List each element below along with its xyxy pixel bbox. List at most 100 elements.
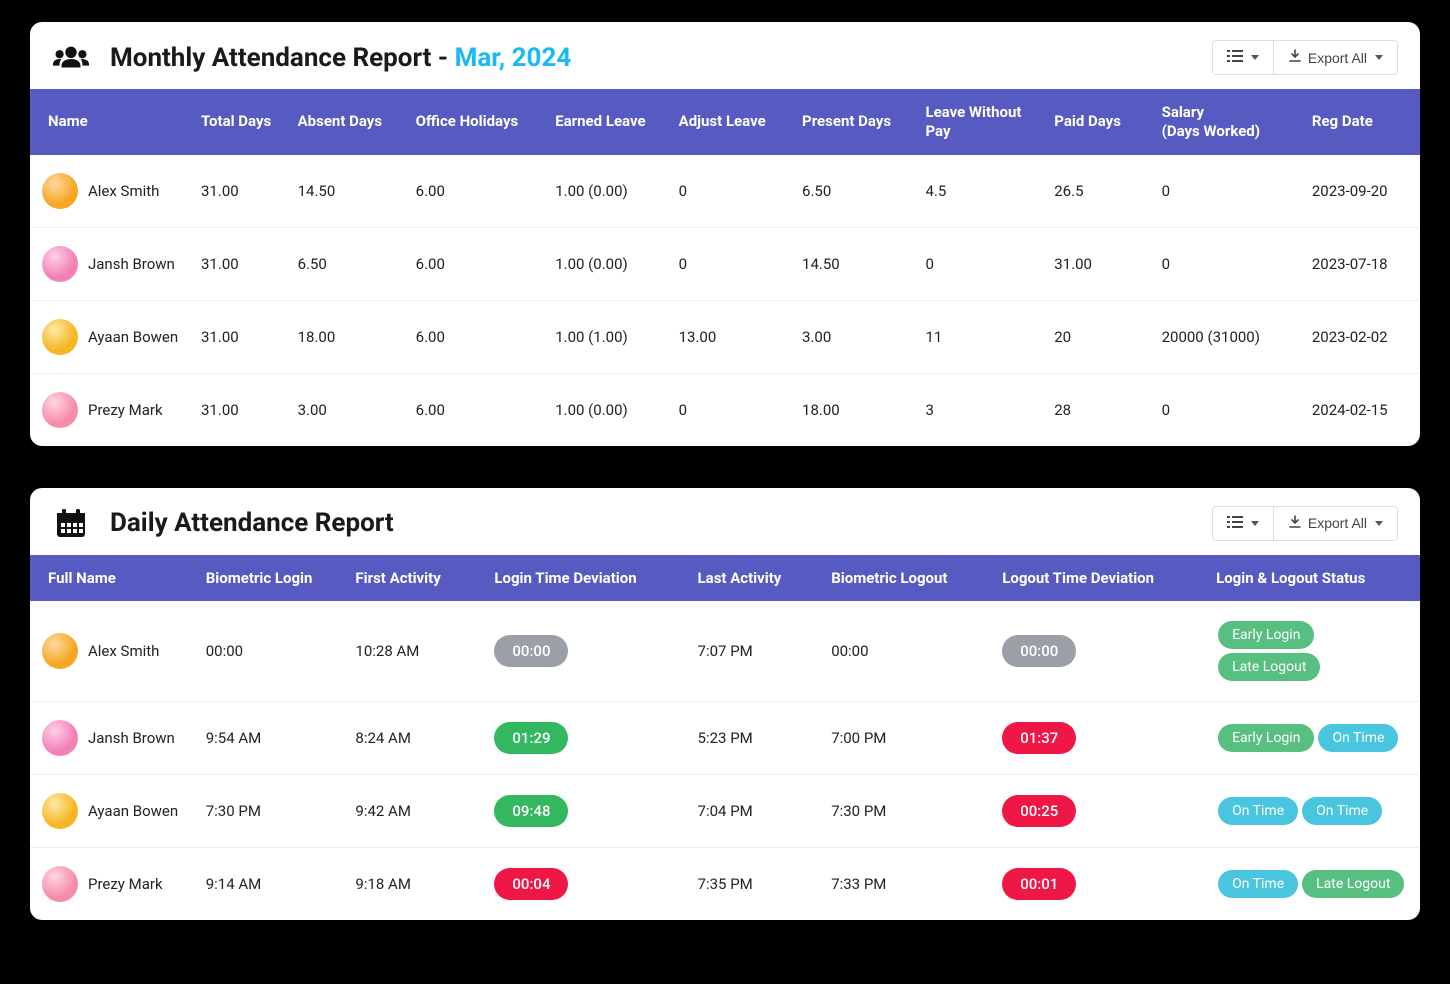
cell-total-days: 31.00 <box>191 155 288 228</box>
status-badge: On Time <box>1302 797 1382 825</box>
cell-logout-dev: 01:37 <box>992 702 1206 775</box>
avatar <box>42 173 78 209</box>
cell-adjust-leave: 0 <box>669 155 792 228</box>
cell-login-dev: 00:00 <box>484 601 687 702</box>
cell-adjust-leave: 13.00 <box>669 300 792 373</box>
cell-office-holidays: 6.00 <box>406 227 546 300</box>
status-badge: Late Logout <box>1302 870 1404 898</box>
chevron-down-icon <box>1375 55 1383 60</box>
cell-absent-days: 18.00 <box>288 300 406 373</box>
cell-absent-days: 3.00 <box>288 373 406 446</box>
cell-present-days: 6.50 <box>792 155 915 228</box>
monthly-table: Name Total Days Absent Days Office Holid… <box>30 89 1420 446</box>
employee-name: Ayaan Bowen <box>88 802 178 820</box>
employee-name: Jansh Brown <box>88 255 175 273</box>
cell-absent-days: 14.50 <box>288 155 406 228</box>
cell-last-activity: 7:07 PM <box>688 601 822 702</box>
table-row: Jansh Brown31.006.506.001.00 (0.00)014.5… <box>30 227 1420 300</box>
cell-login-dev: 01:29 <box>484 702 687 775</box>
list-icon <box>1227 515 1243 532</box>
col-present-days: Present Days <box>792 89 915 155</box>
cell-office-holidays: 6.00 <box>406 155 546 228</box>
monthly-card-header: Monthly Attendance Report - Mar, 2024 Ex… <box>30 22 1420 89</box>
col-login-dev: Login Time Deviation <box>484 555 687 602</box>
export-all-button[interactable]: Export All <box>1273 507 1397 540</box>
cell-earned-leave: 1.00 (0.00) <box>545 373 668 446</box>
employee-name-cell: Jansh Brown <box>42 246 181 282</box>
cell-bio-login: 00:00 <box>196 601 346 702</box>
col-salary: Salary (Days Worked) <box>1152 89 1302 155</box>
chevron-down-icon <box>1375 521 1383 526</box>
cell-total-days: 31.00 <box>191 227 288 300</box>
cell-office-holidays: 6.00 <box>406 300 546 373</box>
employee-name-cell: Jansh Brown <box>42 720 186 756</box>
cell-logout-dev: 00:00 <box>992 601 1206 702</box>
logout-deviation-pill: 00:25 <box>1002 795 1076 827</box>
employee-name: Prezy Mark <box>88 401 163 419</box>
col-status: Login & Logout Status <box>1206 555 1420 602</box>
col-logout-dev: Logout Time Deviation <box>992 555 1206 602</box>
list-icon <box>1227 49 1243 66</box>
daily-toolbar: Export All <box>1212 506 1398 541</box>
cell-lwop: 11 <box>915 300 1044 373</box>
col-total-days: Total Days <box>191 89 288 155</box>
col-lwop: Leave Without Pay <box>915 89 1044 155</box>
login-deviation-pill: 00:00 <box>494 635 568 667</box>
columns-toggle-button[interactable] <box>1213 41 1273 74</box>
avatar <box>42 793 78 829</box>
cell-present-days: 18.00 <box>792 373 915 446</box>
status-badge: On Time <box>1218 870 1298 898</box>
table-row: Ayaan Bowen7:30 PM9:42 AM09:487:04 PM7:3… <box>30 775 1420 848</box>
cell-present-days: 14.50 <box>792 227 915 300</box>
cell-bio-login: 7:30 PM <box>196 775 346 848</box>
col-last-activity: Last Activity <box>688 555 822 602</box>
daily-title: Daily Attendance Report <box>110 508 394 538</box>
cell-paid-days: 20 <box>1044 300 1151 373</box>
cell-salary: 0 <box>1152 373 1302 446</box>
col-full-name: Full Name <box>30 555 196 602</box>
export-icon <box>1288 515 1302 532</box>
table-row: Prezy Mark31.003.006.001.00 (0.00)018.00… <box>30 373 1420 446</box>
cell-reg-date: 2023-02-02 <box>1302 300 1420 373</box>
cell-last-activity: 5:23 PM <box>688 702 822 775</box>
monthly-title-accent: Mar, 2024 <box>455 43 572 73</box>
chevron-down-icon <box>1251 55 1259 60</box>
login-deviation-pill: 01:29 <box>494 722 568 754</box>
col-earned-leave: Earned Leave <box>545 89 668 155</box>
cell-adjust-leave: 0 <box>669 227 792 300</box>
employee-name: Ayaan Bowen <box>88 328 178 346</box>
col-adjust-leave: Adjust Leave <box>669 89 792 155</box>
employee-name-cell: Alex Smith <box>42 633 186 669</box>
cell-bio-login: 9:54 AM <box>196 702 346 775</box>
users-icon <box>52 43 90 73</box>
cell-salary: 20000 (31000) <box>1152 300 1302 373</box>
employee-name-cell: Ayaan Bowen <box>42 319 181 355</box>
employee-name: Alex Smith <box>88 642 159 660</box>
export-all-button[interactable]: Export All <box>1273 41 1397 74</box>
cell-salary: 0 <box>1152 155 1302 228</box>
monthly-header-row: Name Total Days Absent Days Office Holid… <box>30 89 1420 155</box>
columns-toggle-button[interactable] <box>1213 507 1273 540</box>
employee-name-cell: Ayaan Bowen <box>42 793 186 829</box>
logout-deviation-pill: 00:01 <box>1002 868 1076 900</box>
cell-lwop: 0 <box>915 227 1044 300</box>
cell-bio-logout: 00:00 <box>821 601 992 702</box>
employee-name-cell: Prezy Mark <box>42 866 186 902</box>
col-paid-days: Paid Days <box>1044 89 1151 155</box>
avatar <box>42 633 78 669</box>
logout-deviation-pill: 00:00 <box>1002 635 1076 667</box>
status-badge: Late Logout <box>1218 653 1320 681</box>
cell-bio-logout: 7:30 PM <box>821 775 992 848</box>
cell-paid-days: 26.5 <box>1044 155 1151 228</box>
cell-status: Early LoginLate Logout <box>1206 601 1420 702</box>
monthly-title-wrap: Monthly Attendance Report - Mar, 2024 <box>52 43 571 73</box>
logout-deviation-pill: 01:37 <box>1002 722 1076 754</box>
cell-adjust-leave: 0 <box>669 373 792 446</box>
table-row: Prezy Mark9:14 AM9:18 AM00:047:35 PM7:33… <box>30 848 1420 921</box>
chevron-down-icon <box>1251 521 1259 526</box>
col-absent-days: Absent Days <box>288 89 406 155</box>
avatar <box>42 392 78 428</box>
cell-first-activity: 8:24 AM <box>345 702 484 775</box>
monthly-toolbar: Export All <box>1212 40 1398 75</box>
cell-lwop: 3 <box>915 373 1044 446</box>
